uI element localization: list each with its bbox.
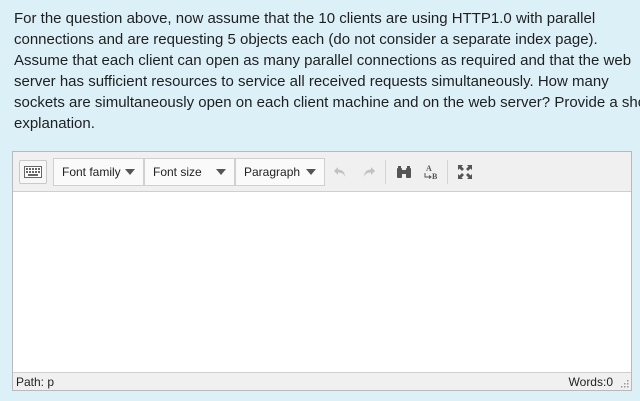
paragraph-format-label: Paragraph [244, 165, 301, 179]
element-path: Path: p [16, 375, 55, 389]
font-size-label: Font size [153, 165, 202, 179]
find-replace-icon: A B [424, 164, 438, 181]
question-line: explanation. [14, 115, 95, 132]
keyboard-icon [24, 166, 42, 178]
font-family-label: Font family [62, 165, 121, 179]
binoculars-icon [397, 166, 411, 178]
editor-content-area[interactable] [13, 192, 631, 372]
font-family-select[interactable]: Font family [53, 158, 144, 186]
question-line: Assume that each client can open as many… [14, 52, 632, 69]
find-button[interactable] [391, 160, 417, 184]
redo-button[interactable] [356, 160, 382, 184]
fullscreen-icon [458, 165, 472, 179]
question-line: connections and are requesting 5 objects… [14, 31, 598, 48]
chevron-down-icon [125, 169, 135, 175]
toolbar-separator [447, 160, 448, 184]
font-size-select[interactable]: Font size [144, 158, 235, 186]
chevron-down-icon [216, 169, 226, 175]
editor-toolbar: Font family Font size Paragraph A B [13, 152, 631, 192]
resize-handle-icon[interactable] [619, 378, 629, 388]
chevron-down-icon [306, 169, 316, 175]
svg-text:B: B [432, 172, 438, 181]
fullscreen-button[interactable] [452, 160, 478, 184]
undo-button[interactable] [327, 160, 353, 184]
keyboard-toggle-button[interactable] [19, 160, 47, 184]
question-text: For the question above, now assume that … [14, 8, 640, 134]
rich-text-editor: Font family Font size Paragraph A B Path… [12, 151, 632, 391]
question-line: For the question above, now assume that … [14, 10, 596, 27]
redo-icon [364, 167, 375, 177]
question-line: server has sufficient resources to servi… [14, 73, 609, 90]
toolbar-separator [385, 160, 386, 184]
question-page: For the question above, now assume that … [0, 0, 640, 401]
undo-icon [334, 167, 345, 177]
find-replace-button[interactable]: A B [419, 160, 445, 184]
question-line: sockets are simultaneously open on each … [14, 94, 640, 111]
paragraph-format-select[interactable]: Paragraph [235, 158, 325, 186]
editor-statusbar: Path: p Words:0 [13, 372, 631, 390]
word-count: Words:0 [568, 375, 613, 389]
